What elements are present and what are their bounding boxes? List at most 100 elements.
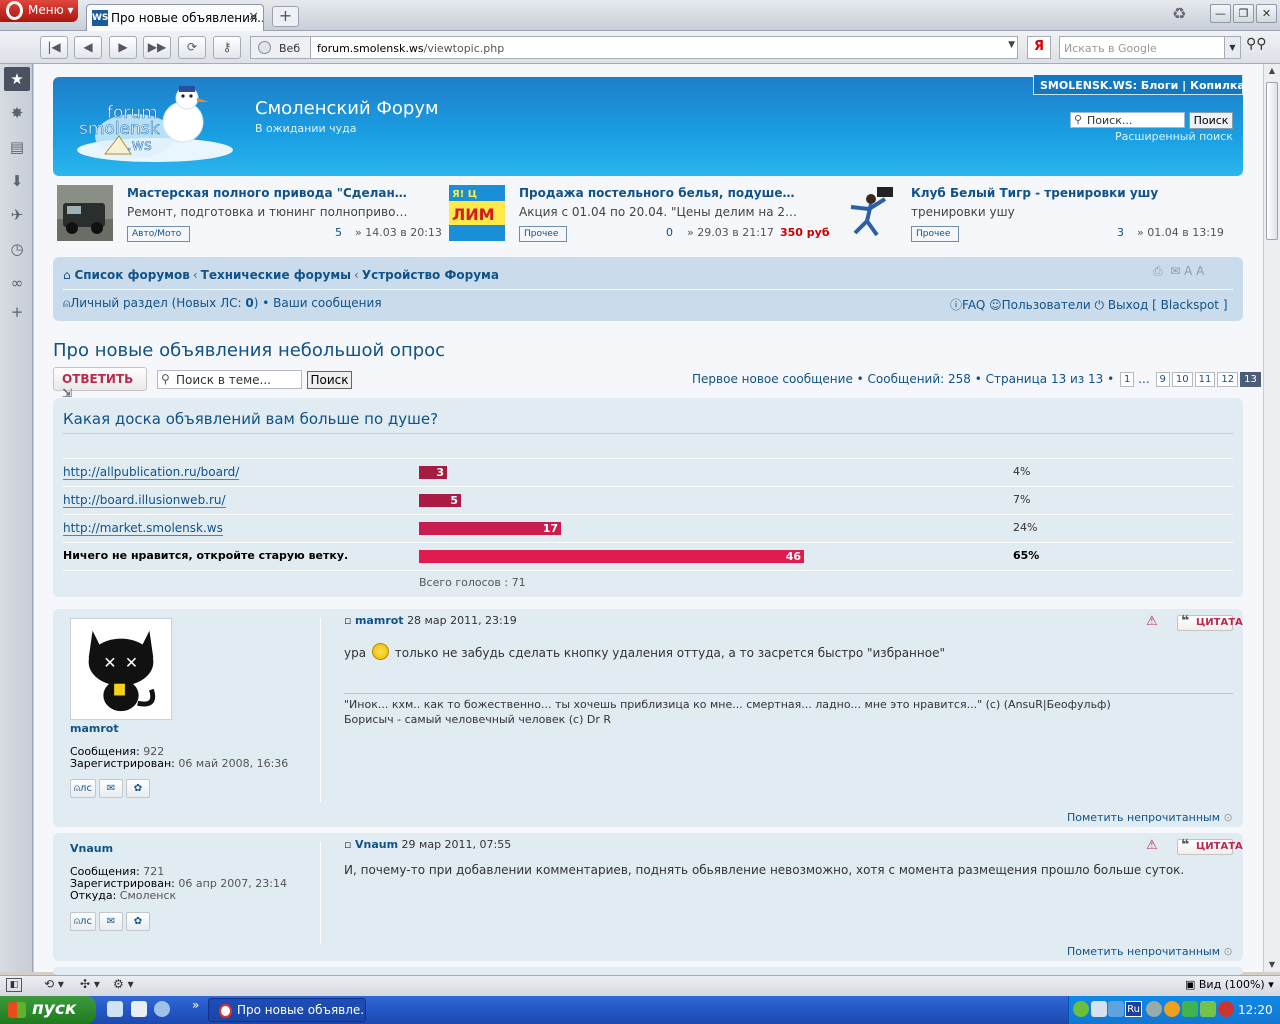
scroll-thumb[interactable] <box>1266 82 1278 240</box>
wand-key-button[interactable]: ⚷ <box>213 36 241 59</box>
close-window-button[interactable]: ✕ <box>1256 4 1277 23</box>
email-icon[interactable]: ✉ <box>99 912 123 931</box>
ad-item[interactable]: Мастерская полного привода "Сделано по..… <box>57 183 447 243</box>
ad-item[interactable]: ЛИМ Я! Ц Продажа постельного белья, подуш… <box>449 183 839 243</box>
start-button[interactable]: пуск <box>0 996 96 1024</box>
history-icon[interactable]: ◷ <box>7 239 27 259</box>
icq-icon[interactable]: ✿ <box>126 912 150 931</box>
advanced-search-link[interactable]: Расширенный поиск <box>1115 130 1233 143</box>
tray-alert-icon[interactable] <box>1218 1001 1234 1017</box>
font-size-icon[interactable]: A A <box>1184 264 1204 278</box>
settings-icon[interactable]: ⚙ ▾ <box>113 977 134 991</box>
topic-title[interactable]: Про новые объявления небольшой опрос <box>53 340 445 361</box>
forward-button[interactable]: ▶ <box>109 36 137 59</box>
email-topic-icon[interactable]: ✉ <box>1170 264 1180 278</box>
tray-app-icon[interactable] <box>1091 1001 1107 1017</box>
search-engine-dropdown-icon[interactable]: ▼ <box>1224 37 1240 58</box>
breadcrumb-tech-forums[interactable]: Технические форумы <box>201 268 351 282</box>
private-message-icon[interactable]: ⍝лс <box>70 779 96 798</box>
topic-search-button[interactable]: Поиск <box>307 371 352 389</box>
topic-search-input[interactable]: ⚲ Поиск в теме... <box>157 370 302 389</box>
reload-button[interactable]: ⟳ <box>178 36 206 59</box>
top-links[interactable]: SMOLENSK.WS: Блоги | Копилка <box>1033 75 1245 95</box>
first-unread-link[interactable]: Первое новое сообщение <box>692 372 853 386</box>
reply-button[interactable]: ОТВЕТИТЬ ⇲ <box>53 367 147 400</box>
tray-update-icon[interactable] <box>1164 1001 1180 1017</box>
ad-category[interactable]: Авто/Мото <box>127 226 191 242</box>
tray-shield-icon[interactable] <box>1182 1001 1198 1017</box>
back-button[interactable]: ◀ <box>74 36 102 59</box>
poll-option-label[interactable]: http://market.smolensk.ws <box>63 521 223 536</box>
page-info[interactable]: Страница 13 из 13 <box>986 372 1104 386</box>
transfers-icon[interactable]: ✈ <box>7 205 27 225</box>
page-link[interactable]: 12 <box>1217 372 1239 387</box>
page-link[interactable]: 1 <box>1120 372 1135 387</box>
ad-title[interactable]: Продажа постельного белья, подушек и од <box>519 186 801 200</box>
personal-section-link[interactable]: Личный раздел (Новых ЛС: 0) <box>70 296 258 310</box>
header-search-button[interactable]: Поиск <box>1189 112 1233 129</box>
mark-unread-link[interactable]: Пометить непрочитанным ⊙ <box>1067 811 1233 824</box>
minimize-button[interactable]: — <box>1210 4 1231 23</box>
ad-comment-count[interactable]: 0 <box>666 226 673 239</box>
back-to-top-icon[interactable]: ⊙ <box>1224 945 1233 958</box>
icq-icon[interactable]: ✿ <box>126 779 150 798</box>
page-link[interactable]: 10 <box>1171 372 1193 387</box>
notes-icon[interactable]: ▤ <box>7 137 27 157</box>
zoom-control[interactable]: ▣ Вид (100%) ▾ <box>1185 978 1274 991</box>
breadcrumb-forum-structure[interactable]: Устройство Форума <box>362 268 499 282</box>
maximize-button[interactable]: ❐ <box>1233 4 1254 23</box>
yandex-button[interactable]: Я <box>1027 36 1051 59</box>
ad-title[interactable]: Клуб Белый Тигр - тренировки ушу <box>911 186 1193 200</box>
address-field[interactable]: forum.smolensk.ws/viewtopic.php ▼ <box>310 36 1018 59</box>
quicklaunch-media-icon[interactable] <box>154 1001 170 1017</box>
faq-link[interactable]: FAQ <box>962 298 985 312</box>
print-icon[interactable]: ⎙ <box>1153 264 1163 278</box>
report-icon[interactable]: ⚠ <box>1146 838 1158 853</box>
turbo-icon[interactable]: ⟲ ▾ <box>44 977 64 991</box>
ad-title[interactable]: Мастерская полного привода "Сделано по..… <box>127 186 409 200</box>
ad-item[interactable]: Клуб Белый Тигр - тренировки ушу трениро… <box>841 183 1231 243</box>
downloads-icon[interactable]: ⬇ <box>7 171 27 191</box>
ad-category[interactable]: Прочее <box>911 226 960 242</box>
quicklaunch-more-icon[interactable]: » <box>192 998 199 1012</box>
google-search-field[interactable]: Искать в Google ▼ <box>1059 36 1241 59</box>
binoculars-icon[interactable]: ⚲⚲ <box>1246 36 1272 59</box>
address-dropdown-icon[interactable]: ▼ <box>1008 40 1015 50</box>
ad-category[interactable]: Прочее <box>519 226 568 242</box>
web-badge[interactable]: Веб <box>250 36 310 59</box>
logout-link[interactable]: Выход [ Blackspot ] <box>1108 298 1228 312</box>
your-posts-link[interactable]: Ваши сообщения <box>273 296 381 310</box>
breadcrumb-forums[interactable]: Список форумов <box>74 268 189 282</box>
panel-toggle-icon[interactable]: ◧ <box>6 978 22 992</box>
fast-forward-button[interactable]: ▶▶ <box>143 36 171 59</box>
tray-volume-icon[interactable] <box>1146 1001 1162 1017</box>
taskbar-item-opera[interactable]: Про новые объявле... <box>208 998 366 1022</box>
rewind-button[interactable]: |◀ <box>40 36 68 59</box>
add-panel-icon[interactable]: + <box>7 302 27 322</box>
quicklaunch-notepad-icon[interactable] <box>131 1001 147 1017</box>
post-author[interactable]: Vnaum <box>70 842 113 855</box>
quicklaunch-ie-icon[interactable] <box>107 1001 123 1017</box>
trash-icon[interactable]: ♻ <box>1172 4 1194 26</box>
quote-button[interactable]: ❝ ЦИТАТА <box>1177 837 1243 855</box>
unite-icon[interactable]: ✣ ▾ <box>80 977 100 991</box>
back-to-top-icon[interactable]: ⊙ <box>1224 811 1233 824</box>
tray-antivirus-icon[interactable] <box>1108 1001 1124 1017</box>
report-icon[interactable]: ⚠ <box>1146 614 1158 629</box>
poll-option-label[interactable]: http://board.illusionweb.ru/ <box>63 493 226 508</box>
tray-network-icon[interactable] <box>1073 1001 1089 1017</box>
page-link[interactable]: 11 <box>1194 372 1216 387</box>
bookmarks-icon[interactable]: ★ <box>7 69 27 89</box>
ad-comment-count[interactable]: 3 <box>1117 226 1124 239</box>
new-tab-button[interactable]: + <box>272 6 299 27</box>
email-icon[interactable]: ✉ <box>99 779 123 798</box>
browser-tab[interactable]: WS Про новые объявления... ✕ <box>86 4 264 31</box>
page-link[interactable]: 9 <box>1155 372 1170 387</box>
post-author[interactable]: mamrot <box>70 722 119 735</box>
members-link[interactable]: Пользователи <box>1002 298 1091 312</box>
scroll-down-icon[interactable]: ▼ <box>1265 958 1279 972</box>
ad-comment-count[interactable]: 5 <box>335 226 342 239</box>
close-tab-icon[interactable]: ✕ <box>248 10 259 25</box>
links-icon[interactable]: ∞ <box>7 273 27 293</box>
mark-unread-link[interactable]: Пометить непрочитанным ⊙ <box>1067 945 1233 958</box>
